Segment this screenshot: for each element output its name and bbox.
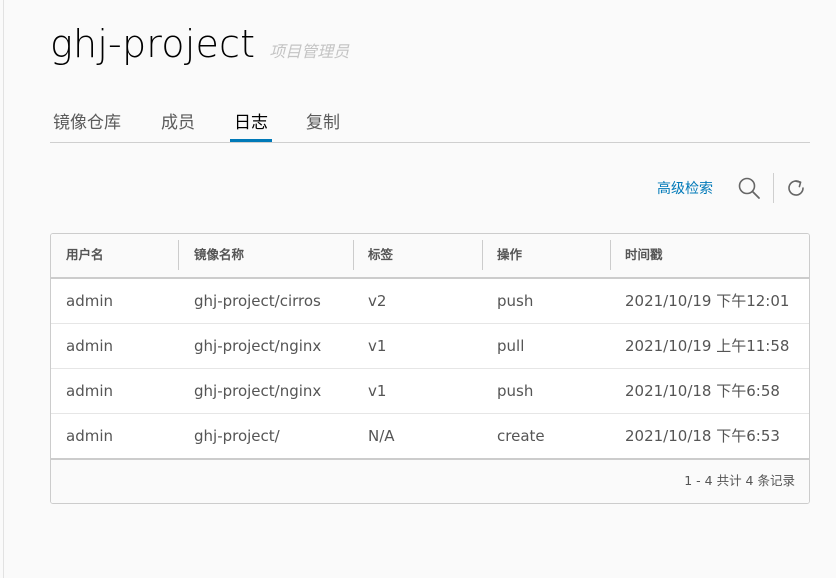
cell-tag: v1 (368, 337, 387, 355)
cell-operation: pull (497, 337, 525, 355)
column-header-tag[interactable]: 标签 (368, 234, 393, 277)
tab-bar: 镜像仓库 成员 日志 复制 (50, 104, 810, 143)
column-header-operation[interactable]: 操作 (497, 234, 522, 277)
advanced-search-link[interactable]: 高级检索 (657, 178, 713, 198)
column-header-image-name[interactable]: 镜像名称 (194, 234, 244, 277)
tab-repositories[interactable]: 镜像仓库 (53, 108, 121, 142)
page-header: ghj-project 项目管理员 (50, 22, 349, 66)
column-header-timestamp[interactable]: 时间戳 (625, 234, 663, 277)
refresh-icon[interactable] (782, 174, 810, 202)
page-left-border (3, 0, 4, 578)
cell-timestamp: 2021/10/18 下午6:53 (625, 427, 780, 445)
cell-tag: N/A (368, 427, 395, 445)
cell-username: admin (66, 382, 113, 400)
toolbar-divider (773, 173, 774, 203)
cell-tag: v2 (368, 292, 387, 310)
cell-operation: push (497, 292, 534, 310)
table-row: admin ghj-project/nginx v1 pull 2021/10/… (51, 324, 809, 369)
table-footer: 1 - 4 共计 4 条记录 (51, 458, 809, 503)
page-title: ghj-project (50, 22, 256, 66)
cell-operation: push (497, 382, 534, 400)
pagination-info: 1 - 4 共计 4 条记录 (684, 473, 795, 488)
cell-username: admin (66, 337, 113, 355)
tab-members[interactable]: 成员 (161, 108, 195, 142)
column-header-username[interactable]: 用户名 (66, 234, 104, 277)
table-row: admin ghj-project/cirros v2 push 2021/10… (51, 279, 809, 324)
cell-tag: v1 (368, 382, 387, 400)
cell-username: admin (66, 427, 113, 445)
log-table: 用户名 镜像名称 标签 操作 时间戳 admin ghj-project/cir… (50, 233, 810, 504)
role-label: 项目管理员 (269, 42, 350, 61)
cell-image-name: ghj-project/ (194, 427, 280, 445)
column-divider (353, 240, 354, 270)
tab-logs[interactable]: 日志 (230, 108, 272, 142)
cell-username: admin (66, 292, 113, 310)
column-divider (178, 240, 179, 270)
search-icon[interactable] (735, 174, 763, 202)
cell-timestamp: 2021/10/19 下午12:01 (625, 292, 790, 310)
cell-image-name: ghj-project/nginx (194, 337, 322, 355)
tab-replication[interactable]: 复制 (306, 108, 340, 142)
table-row: admin ghj-project/ N/A create 2021/10/18… (51, 414, 809, 459)
cell-timestamp: 2021/10/19 上午11:58 (625, 337, 790, 355)
column-divider (610, 240, 611, 270)
table-row: admin ghj-project/nginx v1 push 2021/10/… (51, 369, 809, 414)
column-divider (482, 240, 483, 270)
cell-timestamp: 2021/10/18 下午6:58 (625, 382, 780, 400)
log-toolbar: 高级检索 (657, 172, 810, 204)
cell-image-name: ghj-project/cirros (194, 292, 321, 310)
cell-image-name: ghj-project/nginx (194, 382, 322, 400)
table-header: 用户名 镜像名称 标签 操作 时间戳 (51, 234, 809, 279)
cell-operation: create (497, 427, 545, 445)
